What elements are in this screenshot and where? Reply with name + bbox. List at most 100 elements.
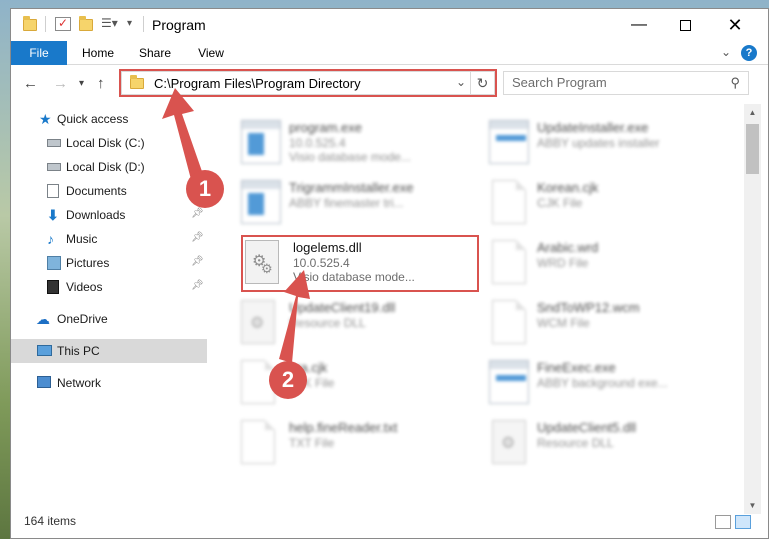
tab-file[interactable]: File <box>11 41 67 65</box>
help-icon[interactable]: ? <box>741 45 757 61</box>
file-detail: Resource DLL <box>537 436 614 450</box>
tab-view[interactable]: View <box>187 41 235 65</box>
file-item[interactable]: SndToWP12.wcm WCM File <box>481 294 721 350</box>
pin-icon[interactable]: 📌︎ <box>191 280 204 291</box>
sidebar-item-local-disk-d[interactable]: Local Disk (D:) <box>11 155 207 179</box>
network-icon <box>37 376 51 388</box>
scroll-thumb[interactable] <box>746 124 759 174</box>
videos-icon <box>47 280 59 294</box>
file-item[interactable]: help.fineReader.txt TXT File <box>233 414 473 470</box>
file-name: FineExec.exe <box>537 360 616 375</box>
sidebar-item-label: Videos <box>66 280 103 294</box>
sidebar-item-documents[interactable]: Documents <box>11 179 207 203</box>
close-button[interactable]: ✕ <box>712 9 758 41</box>
file-item[interactable]: ⚙ UpdateClient19.dll Resource DLL <box>233 294 473 350</box>
file-name: TrigrammInstaller.exe <box>289 180 414 195</box>
file-name: UpdateClient5.dll <box>537 420 637 435</box>
sidebar-item-this-pc[interactable]: This PC <box>11 339 207 363</box>
application-icon <box>241 180 281 224</box>
pin-icon[interactable]: 📌︎ <box>191 232 204 243</box>
sidebar-item-videos[interactable]: Videos 📌︎ <box>11 275 207 299</box>
expand-ribbon-icon[interactable]: ⌄ <box>721 45 731 59</box>
maximize-icon <box>679 19 691 31</box>
sidebar-item-pictures[interactable]: Pictures 📌︎ <box>11 251 207 275</box>
maximize-button[interactable] <box>662 9 708 41</box>
sidebar-item-onedrive[interactable]: ☁ OneDrive <box>11 307 207 331</box>
application-icon <box>241 120 281 164</box>
file-item[interactable]: TrigrammInstaller.exe ABBY finemaster tr… <box>233 174 473 230</box>
file-name: program.exe <box>289 120 362 135</box>
forward-arrow-icon[interactable]: → <box>53 75 68 92</box>
scroll-down-icon[interactable]: ▼ <box>744 497 761 514</box>
step-2-badge: 2 <box>269 361 307 399</box>
music-icon: ♪ <box>47 231 54 247</box>
file-icon <box>492 300 526 344</box>
file-list: program.exe 10.0.525.4 Visio database mo… <box>217 104 743 514</box>
title-bar: ✓ ☰▾ ▾ Program — ✕ <box>11 9 768 41</box>
file-detail: CJK File <box>537 196 583 210</box>
dropdown-icon[interactable]: ▾ <box>127 18 143 32</box>
file-item[interactable]: program.exe 10.0.525.4 Visio database mo… <box>233 114 473 170</box>
file-item[interactable]: FineExec.exe ABBY background exe... <box>481 354 721 410</box>
pin-icon[interactable]: 📌︎ <box>191 256 204 267</box>
dll-gear-icon: ⚙ <box>241 300 275 344</box>
vertical-scrollbar[interactable]: ▲ ▼ <box>744 104 761 514</box>
file-item[interactable]: Arabic.wrd WRD File <box>481 234 721 290</box>
window-title: Program <box>152 17 206 33</box>
file-item[interactable]: Korean.cjk CJK File <box>481 174 721 230</box>
pin-icon[interactable]: 📌︎ <box>191 208 204 219</box>
step-1-badge: 1 <box>186 170 224 208</box>
star-icon: ★ <box>39 111 52 127</box>
up-arrow-icon[interactable]: ↑ <box>97 75 105 92</box>
file-name: SndToWP12.wcm <box>537 300 640 315</box>
details-view-icon[interactable] <box>715 515 731 529</box>
sidebar-item-network[interactable]: Network <box>11 371 207 395</box>
search-icon[interactable]: ⚲ <box>730 75 740 91</box>
sidebar-item-label: Downloads <box>66 208 126 222</box>
ribbon-tabs: File Home Share View ⌄ ? <box>11 41 768 65</box>
properties-icon[interactable]: ✓ <box>55 17 71 31</box>
file-detail: WRD File <box>537 256 589 270</box>
minimize-icon: — <box>631 16 647 33</box>
file-name: Arabic.wrd <box>537 240 599 255</box>
file-icon <box>492 240 526 284</box>
disk-icon <box>47 163 61 171</box>
customize-icon[interactable]: ☰▾ <box>101 16 118 30</box>
sidebar-item-label: Local Disk (D:) <box>66 160 145 174</box>
file-detail: ABBY finemaster tri... <box>289 196 404 210</box>
tab-home[interactable]: Home <box>73 41 123 65</box>
sidebar-item-music[interactable]: ♪ Music 📌︎ <box>11 227 207 251</box>
file-detail: TXT File <box>289 436 335 450</box>
file-detail: 10.0.525.4 <box>289 136 346 150</box>
file-detail: Resource DLL <box>289 316 366 330</box>
tab-share[interactable]: Share <box>129 41 181 65</box>
explorer-window: ✓ ☰▾ ▾ Program — ✕ File Home Share View … <box>10 8 769 539</box>
search-box[interactable]: ⚲ <box>503 71 749 95</box>
sidebar-item-downloads[interactable]: ⬇ Downloads 📌︎ <box>11 203 207 227</box>
downloads-icon: ⬇ <box>47 207 59 223</box>
file-item[interactable]: ⚙ UpdateClient5.dll Resource DLL <box>481 414 721 470</box>
application-icon <box>489 360 529 404</box>
tiles-view-icon[interactable] <box>735 515 751 529</box>
file-icon <box>241 420 275 464</box>
close-icon: ✕ <box>727 14 743 35</box>
status-bar: 164 items <box>11 514 768 538</box>
minimize-button[interactable]: — <box>616 9 662 41</box>
search-input[interactable] <box>512 75 712 90</box>
file-name: UpdateInstaller.exe <box>537 120 649 135</box>
file-detail: Visio database mode... <box>289 150 411 164</box>
sidebar-item-local-disk-c[interactable]: Local Disk (C:) <box>11 131 207 155</box>
file-name: UpdateClient19.dll <box>289 300 396 315</box>
sidebar-item-label: Pictures <box>66 256 110 270</box>
recent-locations-icon[interactable]: ▾ <box>79 78 84 89</box>
sidebar-item-label: Local Disk (C:) <box>66 136 145 150</box>
navigation-pane: ★ Quick access Local Disk (C:) Local Dis… <box>11 104 207 514</box>
scroll-up-icon[interactable]: ▲ <box>744 104 761 121</box>
file-item[interactable]: UpdateInstaller.exe ABBY updates install… <box>481 114 721 170</box>
new-folder-icon[interactable] <box>79 16 93 31</box>
sidebar-item-quick-access[interactable]: ★ Quick access <box>11 107 207 131</box>
file-highlight-box <box>241 235 479 292</box>
application-icon <box>489 120 529 164</box>
back-arrow-icon[interactable]: ← <box>23 75 38 92</box>
file-name: Korean.cjk <box>537 180 599 195</box>
